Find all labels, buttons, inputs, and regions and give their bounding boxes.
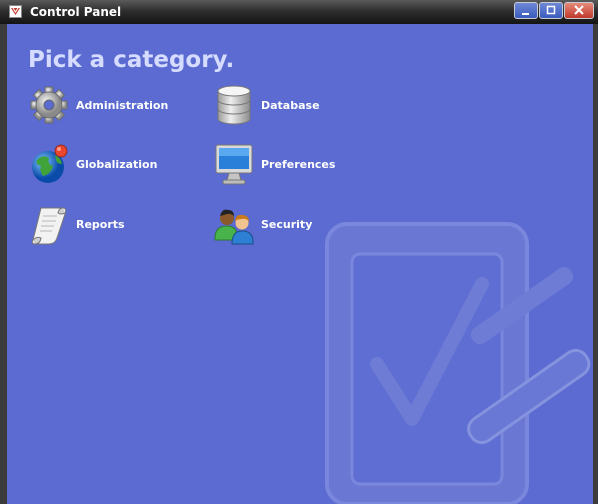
title-bar[interactable]: Control Panel: [0, 0, 598, 24]
category-label: Globalization: [76, 157, 158, 171]
monitor-icon: [215, 144, 253, 185]
minimize-button[interactable]: [514, 2, 538, 19]
category-label: Database: [261, 98, 320, 112]
category-label: Reports: [76, 217, 125, 231]
globe-icon: [32, 144, 68, 183]
close-icon: [574, 5, 584, 15]
page-heading: Pick a category.: [28, 47, 235, 73]
users-icon: [214, 209, 254, 245]
category-database[interactable]: Database: [214, 83, 320, 127]
category-label: Security: [261, 217, 313, 231]
control-panel-content: Pick a category. Administration Database…: [7, 24, 593, 504]
checklist-watermark-icon: [325, 222, 591, 504]
category-globalization[interactable]: Globalization: [29, 142, 157, 186]
category-label: Preferences: [261, 157, 336, 171]
category-label: Administration: [76, 98, 169, 112]
scroll-icon: [31, 207, 67, 245]
category-security[interactable]: Security: [214, 202, 312, 246]
maximize-button[interactable]: [539, 2, 563, 19]
category-preferences[interactable]: Preferences: [214, 142, 335, 186]
category-administration[interactable]: Administration: [29, 83, 168, 127]
maximize-icon: [546, 5, 556, 15]
database-icon: [217, 85, 251, 125]
close-button[interactable]: [564, 2, 594, 19]
minimize-icon: [522, 13, 529, 15]
app-icon: [9, 5, 22, 18]
gear-icon: [30, 86, 68, 124]
window-title: Control Panel: [30, 5, 122, 19]
control-panel-window: Control Panel Pick a category. Administr…: [0, 0, 598, 504]
category-reports[interactable]: Reports: [29, 202, 125, 246]
